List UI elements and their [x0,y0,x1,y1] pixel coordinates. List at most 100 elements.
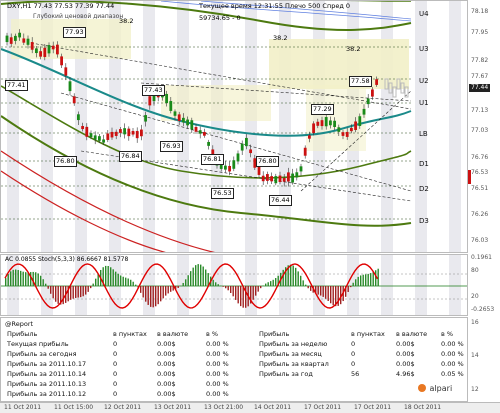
main-chart[interactable]: U4 U3 U2 U1 LB D1 D2 D3 DXY,H1 77.43 77.53 77.3… [0,0,468,253]
time-tick: 11 Oct 2011 [4,404,42,411]
ac-bar [87,286,89,292]
balance: 59734.65 - 0 [199,14,241,22]
candle-body [64,67,68,76]
candle-body [56,44,59,55]
ac-bar [200,264,202,286]
session-stripe [245,255,257,315]
ac-bar [122,276,124,286]
ac-bar [22,271,24,286]
price-label: 76.84 [119,151,142,162]
candle-body [345,131,349,137]
report-row-value: 0 [351,350,356,358]
report-row-value: 0.00$ [157,380,176,388]
candle-body [165,93,168,104]
session-stripe [449,1,461,252]
y-tick: 77.95 [471,29,489,36]
ac-bar [305,284,307,286]
zone-label: D1 [419,160,429,168]
ac-bar [107,265,109,286]
candle-body [203,131,206,136]
ac-bar [117,273,119,286]
candle-body [245,137,248,147]
ac-bar [72,286,74,299]
report-row-value: 0.00$ [157,390,176,398]
ac-bar [132,281,134,286]
report-row-value: 0 [351,340,356,348]
time-axis[interactable]: 11 Oct 2011 11 Oct 15:00 12 Oct 2011 13 Oct… [0,402,500,413]
oscillator-panel[interactable]: AC 0.0855 Stoch(5,3,3) 86.6667 81.5778 [0,254,468,316]
candle-body [5,35,9,43]
report-row-value: 0.00 % [206,380,229,388]
ac-bar [217,284,219,286]
price-axis[interactable]: 78.18 77.95 77.82 77.67 77.44 77.13 77.0… [468,0,500,253]
ac-bar [252,286,254,300]
ac-bar [257,286,259,292]
ac-bar [205,269,207,286]
candle-body [51,45,55,50]
ac-bar [302,280,304,286]
left-header: в % [206,330,219,338]
right-header: Прибыль [259,330,290,338]
report-row-value: 0 [113,360,118,368]
ac-bar [347,286,349,292]
candle-body [236,153,240,162]
report-panel: @Report Прибыль в пунктах в валюте в % Т… [0,317,468,402]
ac-bar [237,286,239,304]
osc-tick: -0.2653 [471,306,495,313]
ac-bar [45,283,47,286]
price-label: 76.53 [211,188,234,199]
ac-bar [225,286,227,289]
ac-bar [25,272,27,286]
zone-label: LB [419,130,428,138]
report-row-value: 4.96$ [396,370,415,378]
ac-bar [112,269,114,286]
report-row-value: 0 [113,340,118,348]
report-row-value: 0.00$ [157,340,176,348]
session-stripe [313,255,325,315]
report-row-label: Прибыль за квартал [259,360,329,368]
report-row-value: 56 [351,370,360,378]
candle-body [274,176,278,184]
candle-body [232,160,236,169]
ac-bar [215,282,217,286]
candle-body [35,48,38,54]
candle-body [85,126,89,137]
report-row-value: 0.00 % [206,350,229,358]
ac-bar [130,279,132,286]
ac-bar [325,286,327,299]
brand-name: alpari [429,384,453,393]
candle-body [18,32,21,38]
ac-bar [297,271,299,286]
zone-box [306,85,366,151]
candle-body [316,121,320,126]
candle-body [337,127,341,132]
candle-body [261,175,265,182]
ac-bar [282,269,284,286]
ac-bar [55,286,57,302]
y-tick: 76.51 [471,185,489,192]
candle-body [60,56,63,66]
candle-body [144,115,147,122]
report-row-value: 0.00 % [441,350,464,358]
right-header: в пунктах [351,330,385,338]
candle-body [135,130,139,139]
ac-bar [232,286,234,297]
ac-bar [90,286,92,289]
ac-bar [375,270,377,286]
price-label: 76.44 [269,195,292,206]
ac-bar [140,286,142,293]
session-stripe [415,255,427,315]
ac-bar [110,267,112,286]
candle-body [173,111,177,116]
candle-body [98,136,101,141]
report-row-value: 0 [113,370,118,378]
candle-body [249,149,252,154]
candle-body [362,108,366,115]
candle-body [148,96,152,106]
report-row-value: 0.00 % [206,390,229,398]
ac-bar [17,269,19,286]
zone-label: U1 [419,99,429,107]
time-tick: 18 Oct 2011 [404,404,442,411]
ac-bar [95,278,97,286]
y-tick: 76.53 [471,169,489,176]
